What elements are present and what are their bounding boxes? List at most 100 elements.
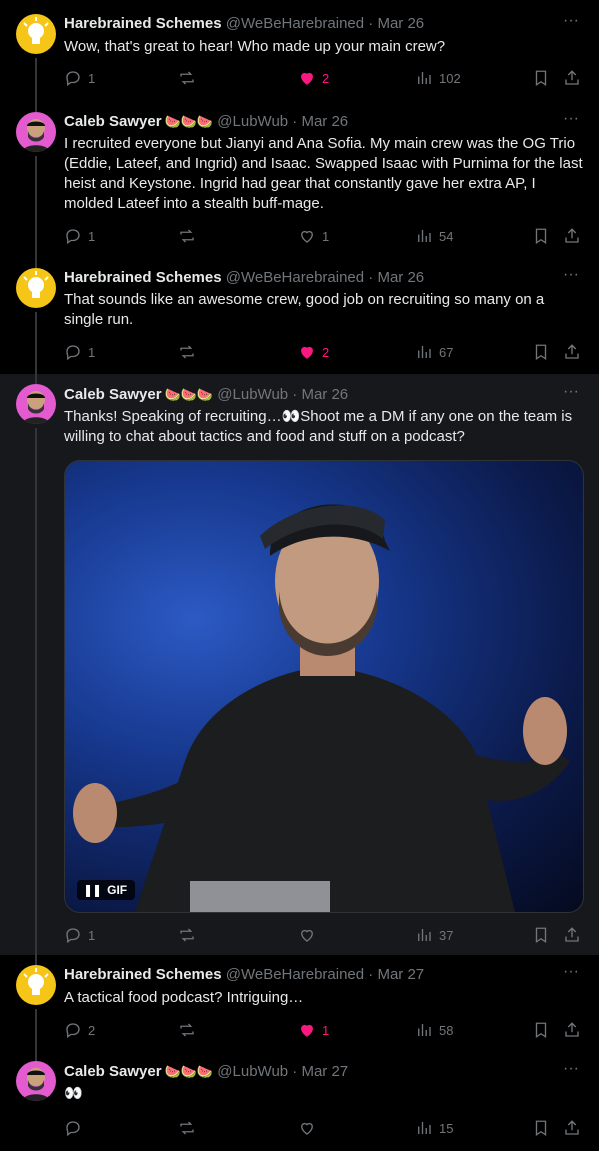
repost-button[interactable] bbox=[178, 68, 202, 88]
bookmark-button[interactable] bbox=[532, 68, 550, 88]
tweet[interactable]: Harebrained Schemes @WeBeHarebrained · M… bbox=[0, 0, 599, 108]
repost-button[interactable] bbox=[178, 226, 202, 246]
like-icon bbox=[301, 346, 313, 359]
bookmark-button[interactable] bbox=[532, 1020, 550, 1040]
views-button[interactable]: 67 bbox=[415, 342, 453, 362]
avatar-harebrained[interactable] bbox=[16, 14, 56, 54]
more-icon[interactable]: ··· bbox=[561, 267, 581, 284]
user-handle[interactable]: @LubWub bbox=[217, 386, 288, 403]
reply-button[interactable]: 1 bbox=[64, 226, 95, 246]
like-button[interactable]: 1 bbox=[298, 1020, 329, 1040]
share-button[interactable] bbox=[563, 68, 581, 88]
display-name[interactable]: Harebrained Schemes bbox=[64, 15, 222, 32]
like-count: 2 bbox=[322, 70, 330, 86]
avatar-image bbox=[22, 119, 50, 152]
tweet[interactable]: Caleb Sawyer 🍉🍉🍉 @LubWub · Mar 26 ··· I r… bbox=[0, 108, 599, 264]
avatar-harebrained[interactable] bbox=[16, 268, 56, 308]
bookmark-button[interactable] bbox=[532, 925, 550, 945]
reply-button[interactable] bbox=[64, 1118, 88, 1138]
repost-button[interactable] bbox=[178, 925, 202, 945]
like-button[interactable]: 2 bbox=[298, 68, 329, 88]
timestamp[interactable]: Mar 26 bbox=[301, 386, 348, 403]
gif-badge[interactable]: ❚❚ GIF bbox=[77, 880, 136, 900]
like-button[interactable] bbox=[298, 925, 322, 945]
tweet[interactable]: Harebrained Schemes @WeBeHarebrained · M… bbox=[0, 264, 599, 374]
user-handle[interactable]: @LubWub bbox=[217, 1063, 288, 1080]
bookmark-button[interactable] bbox=[532, 1118, 550, 1138]
bookmark-button[interactable] bbox=[532, 342, 550, 362]
share-icon bbox=[565, 1022, 579, 1037]
repost-button[interactable] bbox=[178, 342, 202, 362]
views-icon bbox=[418, 230, 431, 242]
tweet-text: 👀 bbox=[64, 1085, 83, 1102]
user-handle[interactable]: @LubWub bbox=[217, 113, 288, 130]
timestamp[interactable]: Mar 26 bbox=[301, 113, 348, 130]
like-button[interactable] bbox=[298, 1118, 322, 1138]
display-name[interactable]: Caleb Sawyer bbox=[64, 1063, 162, 1080]
share-button[interactable] bbox=[563, 925, 581, 945]
view-count: 58 bbox=[439, 1022, 454, 1038]
like-button[interactable]: 2 bbox=[298, 342, 329, 362]
timestamp[interactable]: Mar 26 bbox=[377, 269, 424, 286]
gif-media[interactable]: ❚❚ GIF bbox=[64, 460, 584, 913]
more-icon[interactable]: ··· bbox=[561, 964, 581, 981]
bookmark-icon bbox=[535, 1022, 547, 1039]
tweet[interactable]: Harebrained Schemes @WeBeHarebrained · M… bbox=[0, 955, 599, 1051]
more-icon[interactable]: ··· bbox=[561, 1061, 581, 1078]
user-handle[interactable]: @WeBeHarebrained bbox=[226, 966, 364, 983]
display-name[interactable]: Caleb Sawyer bbox=[64, 386, 162, 403]
timestamp[interactable]: Mar 26 bbox=[377, 15, 424, 32]
repost-button[interactable] bbox=[178, 1020, 202, 1040]
display-name[interactable]: Harebrained Schemes bbox=[64, 269, 222, 286]
avatar-caleb[interactable] bbox=[16, 112, 56, 152]
more-icon[interactable]: ··· bbox=[561, 384, 581, 401]
repost-button[interactable] bbox=[178, 1118, 202, 1138]
share-button[interactable] bbox=[563, 226, 581, 246]
gif-label: GIF bbox=[107, 883, 128, 897]
view-count: 102 bbox=[439, 70, 461, 86]
views-button[interactable]: 58 bbox=[415, 1020, 453, 1040]
display-name[interactable]: Harebrained Schemes bbox=[64, 966, 222, 983]
action-bar: 15 bbox=[64, 1118, 584, 1138]
thread-line bbox=[35, 58, 37, 108]
share-button[interactable] bbox=[563, 342, 581, 362]
share-button[interactable] bbox=[563, 1118, 581, 1138]
display-name[interactable]: Caleb Sawyer bbox=[64, 113, 162, 130]
bookmark-icon bbox=[535, 344, 547, 361]
separator: · bbox=[288, 386, 302, 403]
share-button[interactable] bbox=[563, 1020, 581, 1040]
tweet[interactable]: Caleb Sawyer 🍉🍉🍉 @LubWub · Mar 27 ··· 👀 1… bbox=[0, 1051, 599, 1151]
tweet[interactable]: Caleb Sawyer 🍉🍉🍉 @LubWub · Mar 26 ··· Tha… bbox=[0, 374, 599, 955]
like-button[interactable]: 1 bbox=[298, 226, 329, 246]
views-button[interactable]: 102 bbox=[415, 68, 461, 88]
reply-button[interactable]: 1 bbox=[64, 342, 95, 362]
reply-button[interactable]: 2 bbox=[64, 1020, 95, 1040]
bookmark-icon bbox=[535, 70, 547, 87]
more-icon[interactable]: ··· bbox=[561, 111, 581, 128]
timestamp[interactable]: Mar 27 bbox=[301, 1063, 348, 1080]
reply-icon bbox=[66, 1023, 80, 1039]
more-icon[interactable]: ··· bbox=[561, 13, 581, 30]
like-icon bbox=[301, 1122, 313, 1135]
repost-icon bbox=[180, 1023, 194, 1037]
avatar-caleb[interactable] bbox=[16, 1061, 56, 1101]
bookmark-button[interactable] bbox=[532, 226, 550, 246]
views-button[interactable]: 15 bbox=[415, 1118, 453, 1138]
views-button[interactable]: 54 bbox=[415, 226, 453, 246]
user-handle[interactable]: @WeBeHarebrained bbox=[226, 269, 364, 286]
views-button[interactable]: 37 bbox=[415, 925, 453, 945]
separator: · bbox=[364, 269, 378, 286]
reply-icon bbox=[66, 928, 80, 944]
avatar-caleb[interactable] bbox=[16, 384, 56, 424]
share-icon bbox=[565, 927, 579, 942]
gif-frame bbox=[73, 504, 570, 912]
reply-count: 1 bbox=[88, 70, 96, 86]
user-handle[interactable]: @WeBeHarebrained bbox=[226, 15, 364, 32]
avatar-harebrained[interactable] bbox=[16, 965, 56, 1005]
reply-button[interactable]: 1 bbox=[64, 925, 95, 945]
timestamp[interactable]: Mar 27 bbox=[377, 966, 424, 983]
reply-button[interactable]: 1 bbox=[64, 68, 95, 88]
views-icon bbox=[418, 929, 431, 941]
pause-icon[interactable]: ❚❚ bbox=[83, 883, 102, 897]
thread-line bbox=[35, 1009, 37, 1051]
